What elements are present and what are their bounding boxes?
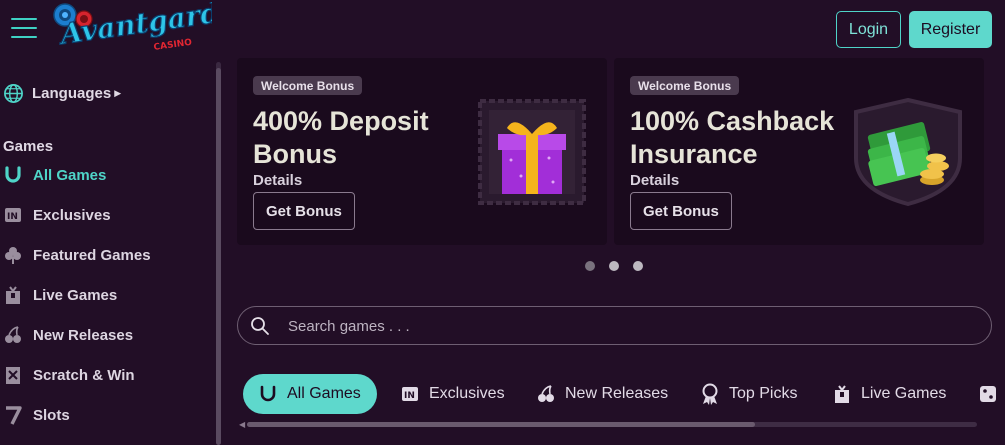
caret-right-icon: ▶ (114, 87, 122, 98)
scroll-left-arrow-icon[interactable]: ◀ (239, 420, 245, 429)
promo-card[interactable]: Welcome Bonus 100% Cashback Insurance De… (614, 58, 984, 245)
carousel-dot[interactable] (633, 261, 643, 271)
sidebar-item-scratch-win[interactable]: Scratch & Win (3, 363, 135, 387)
horseshoe-icon (3, 165, 23, 185)
award-ribbon-icon (699, 383, 721, 405)
sidebar-item-all-games[interactable]: All Games (3, 163, 106, 187)
tab-label: Live Games (861, 385, 947, 402)
sidebar-item-featured-games[interactable]: Featured Games (3, 243, 151, 267)
gift-box-icon (478, 99, 586, 205)
svg-text:IN: IN (7, 212, 18, 222)
sidebar-item-label: All Games (33, 166, 107, 184)
tab-label: Exclusives (429, 385, 505, 402)
welcome-bonus-badge: Welcome Bonus (253, 76, 363, 95)
tab-label: New Releases (565, 385, 669, 402)
globe-icon (4, 83, 23, 103)
sidebar-item-label: Live Games (33, 286, 118, 304)
tabs-scrollbar-thumb[interactable] (247, 422, 755, 427)
promo-card[interactable]: Welcome Bonus 400% Deposit Bonus Details… (237, 58, 607, 245)
promo-details-link[interactable]: Details (253, 172, 302, 189)
welcome-bonus-badge: Welcome Bonus (630, 76, 740, 95)
top-header: Avantgarde CASINO Login Register (0, 0, 1005, 58)
dice-icon (977, 383, 999, 405)
tab-live-games[interactable]: Live Games (831, 374, 946, 414)
sidebar-item-exclusives[interactable]: IN Exclusives (3, 203, 111, 227)
avantgarde-casino-logo[interactable]: Avantgarde CASINO (52, 2, 212, 56)
tab-new-releases[interactable]: New Releases (535, 374, 668, 414)
languages-menu[interactable]: Languages ▶ (3, 82, 121, 104)
scratch-card-icon (3, 365, 23, 385)
sidebar-item-label: Scratch & Win (33, 366, 135, 384)
clover-icon (3, 245, 23, 265)
carousel-dot[interactable] (609, 261, 619, 271)
sidebar-item-new-releases[interactable]: New Releases (3, 323, 133, 347)
promo-title: 400% Deposit Bonus (253, 106, 429, 169)
tab-next-partial[interactable] (977, 374, 999, 414)
sidebar-item-label: Slots (33, 406, 70, 424)
cherries-icon (3, 325, 23, 345)
seven-icon (3, 405, 23, 425)
tab-label: Top Picks (729, 385, 798, 402)
games-section-label: Games (3, 138, 54, 155)
tab-top-picks[interactable]: Top Picks (699, 374, 797, 414)
get-bonus-button[interactable]: Get Bonus (630, 192, 732, 230)
sidebar-scrollbar-thumb[interactable] (216, 68, 221, 445)
hamburger-menu-icon[interactable] (11, 18, 37, 40)
register-button[interactable]: Register (909, 11, 992, 48)
tab-all-games[interactable]: All Games (243, 374, 377, 414)
sidebar-item-slots[interactable]: Slots (3, 403, 70, 427)
svg-text:IN: IN (404, 391, 415, 401)
languages-label: Languages (32, 84, 112, 102)
sidebar-item-label: New Releases (33, 326, 134, 344)
dealer-icon (831, 383, 853, 405)
dealer-icon (3, 285, 23, 305)
sidebar-item-live-games[interactable]: Live Games (3, 283, 117, 307)
search-games-input[interactable] (288, 313, 968, 339)
exclusive-badge-icon: IN (399, 383, 421, 405)
cash-coins-icon (854, 98, 962, 206)
carousel-dot[interactable] (585, 261, 595, 271)
tab-label: All Games (287, 385, 361, 402)
promo-details-link[interactable]: Details (630, 172, 679, 189)
login-button[interactable]: Login (836, 11, 901, 48)
search-bar (237, 306, 992, 345)
sidebar-item-label: Exclusives (33, 206, 111, 224)
promo-title: 100% Cashback Insurance (630, 106, 835, 169)
svg-text:CASINO: CASINO (153, 38, 193, 53)
category-tabs: All Games IN Exclusives New Releases Top… (243, 374, 1005, 414)
get-bonus-button[interactable]: Get Bonus (253, 192, 355, 230)
cherries-icon (535, 383, 557, 405)
horseshoe-icon (257, 383, 279, 405)
sidebar-item-label: Featured Games (33, 246, 151, 264)
tab-exclusives[interactable]: IN Exclusives (399, 374, 505, 414)
exclusive-badge-icon: IN (3, 205, 23, 225)
search-icon (251, 317, 269, 335)
